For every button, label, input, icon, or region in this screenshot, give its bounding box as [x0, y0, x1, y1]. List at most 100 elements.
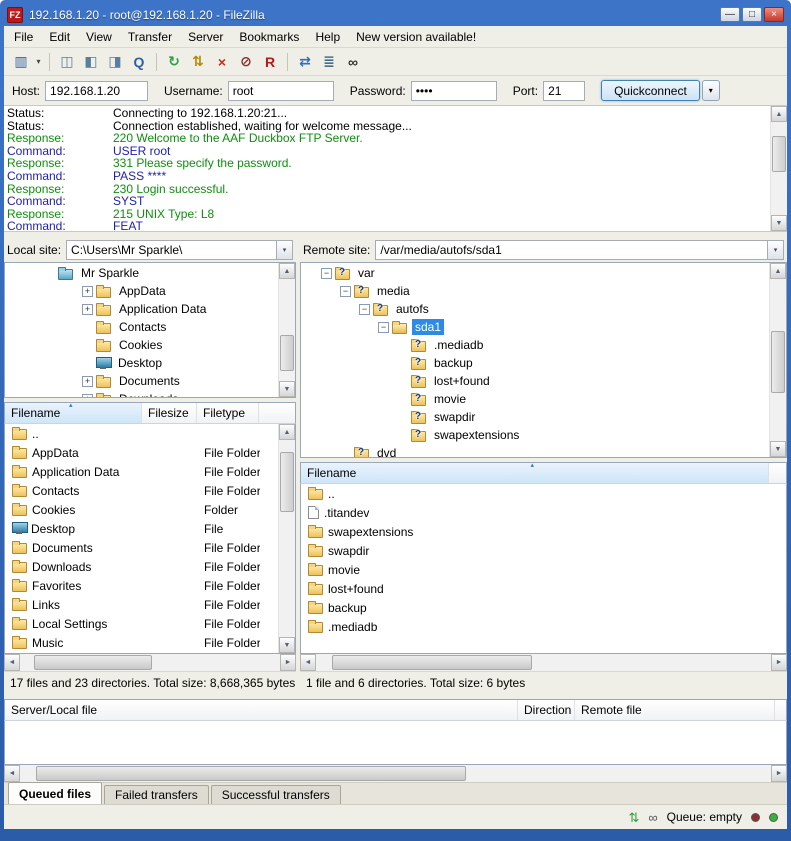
scroll-left-icon[interactable]: ◄: [4, 654, 20, 671]
file-name-cell[interactable]: AppData: [6, 446, 143, 460]
scroll-down-icon[interactable]: ▼: [279, 381, 295, 397]
tree-item[interactable]: +Downloads: [6, 390, 277, 397]
tree-item-label[interactable]: Documents: [116, 373, 183, 389]
file-name-cell[interactable]: Music: [6, 636, 143, 650]
quickconnect-dropdown-button[interactable]: ▾: [702, 80, 720, 101]
file-name-cell[interactable]: movie: [302, 563, 770, 577]
process-queue-icon[interactable]: ⇅: [186, 51, 210, 73]
scrollbar-thumb[interactable]: [36, 766, 466, 781]
menu-item-server[interactable]: Server: [180, 27, 231, 47]
expand-icon[interactable]: +: [82, 286, 93, 297]
file-name-cell[interactable]: Desktop: [6, 522, 143, 536]
scrollbar-thumb[interactable]: [34, 655, 152, 670]
reconnect-icon[interactable]: R: [258, 51, 282, 73]
expand-icon[interactable]: +: [82, 304, 93, 315]
username-input[interactable]: [228, 81, 334, 101]
file-row[interactable]: swapdir: [302, 541, 785, 560]
tree-item[interactable]: Desktop: [6, 354, 277, 372]
file-row[interactable]: ..: [6, 424, 277, 443]
scroll-right-icon[interactable]: ►: [771, 654, 787, 671]
menu-item-bookmarks[interactable]: Bookmarks: [231, 27, 307, 47]
tree-item[interactable]: .mediadb: [302, 336, 768, 354]
toggle-message-log-icon[interactable]: ◫: [55, 51, 79, 73]
local-list-scrollbar[interactable]: ▲▼: [278, 424, 295, 653]
file-name-cell[interactable]: Cookies: [6, 503, 143, 517]
refresh-icon[interactable]: ↻: [162, 51, 186, 73]
chevron-down-icon[interactable]: ▾: [276, 241, 292, 259]
file-name-cell[interactable]: backup: [302, 601, 770, 615]
file-row[interactable]: backup: [302, 598, 785, 617]
titlebar[interactable]: FZ 192.168.1.20 - root@192.168.1.20 - Fi…: [4, 3, 787, 26]
file-name-cell[interactable]: Favorites: [6, 579, 143, 593]
menu-item-edit[interactable]: Edit: [41, 27, 78, 47]
local-horizontal-scrollbar[interactable]: ◄►: [4, 654, 296, 671]
tree-item[interactable]: Mr Sparkle: [6, 264, 277, 282]
menu-item-help[interactable]: Help: [307, 27, 348, 47]
local-tree-scrollbar[interactable]: ▲▼: [278, 263, 295, 397]
file-name-cell[interactable]: swapextensions: [302, 525, 770, 539]
password-input[interactable]: [411, 81, 497, 101]
file-row[interactable]: DesktopFile: [6, 519, 277, 538]
file-name-cell[interactable]: ..: [6, 427, 143, 441]
file-row[interactable]: ContactsFile Folder: [6, 481, 277, 500]
tree-item[interactable]: −media: [302, 282, 768, 300]
toggle-queue-icon[interactable]: Q: [127, 51, 151, 73]
scrollbar-track[interactable]: [771, 122, 787, 215]
log-scrollbar[interactable]: ▲▼: [770, 106, 787, 231]
queue-horizontal-scrollbar[interactable]: ◄►: [4, 765, 787, 782]
file-row[interactable]: AppDataFile Folder: [6, 443, 277, 462]
synchronized-browsing-icon[interactable]: ⇄: [293, 51, 317, 73]
expand-icon[interactable]: +: [82, 376, 93, 387]
menu-item-file[interactable]: File: [6, 27, 41, 47]
scrollbar-thumb[interactable]: [332, 655, 532, 670]
scrollbar-track[interactable]: [279, 440, 295, 637]
tree-item[interactable]: movie: [302, 390, 768, 408]
scroll-right-icon[interactable]: ►: [280, 654, 296, 671]
find-files-icon[interactable]: ∞: [648, 811, 657, 824]
expand-icon[interactable]: +: [82, 394, 93, 398]
tree-item[interactable]: Contacts: [6, 318, 277, 336]
tree-item-label[interactable]: .mediadb: [431, 337, 486, 353]
file-row[interactable]: .mediadb: [302, 617, 785, 636]
file-row[interactable]: DocumentsFile Folder: [6, 538, 277, 557]
column-header-filesize[interactable]: Filesize: [142, 403, 197, 423]
remote-path-combo[interactable]: /var/media/autofs/sda1 ▾: [375, 240, 784, 260]
close-button[interactable]: ×: [764, 7, 784, 22]
tree-item[interactable]: −var: [302, 264, 768, 282]
cancel-icon[interactable]: ×: [210, 51, 234, 73]
scroll-down-icon[interactable]: ▼: [770, 441, 786, 457]
tree-item-label[interactable]: lost+found: [431, 373, 493, 389]
file-name-cell[interactable]: lost+found: [302, 582, 770, 596]
menu-item-new-version-available[interactable]: New version available!: [348, 27, 484, 47]
file-name-cell[interactable]: Links: [6, 598, 143, 612]
disconnect-icon[interactable]: ⊘: [234, 51, 258, 73]
tree-item-label[interactable]: sda1: [412, 319, 444, 335]
find-files-icon[interactable]: ∞: [341, 51, 365, 73]
collapse-icon[interactable]: −: [340, 286, 351, 297]
tree-item[interactable]: −autofs: [302, 300, 768, 318]
column-header-remote-file[interactable]: Remote file: [575, 700, 775, 720]
tree-item[interactable]: backup: [302, 354, 768, 372]
chevron-down-icon[interactable]: ▾: [767, 241, 783, 259]
scrollbar-thumb[interactable]: [280, 335, 294, 371]
tree-item[interactable]: + AppData: [6, 282, 277, 300]
tree-item-label[interactable]: Mr Sparkle: [78, 265, 142, 281]
scroll-left-icon[interactable]: ◄: [300, 654, 316, 671]
file-row[interactable]: Application DataFile Folder: [6, 462, 277, 481]
scrollbar-track[interactable]: [20, 765, 771, 782]
file-name-cell[interactable]: swapdir: [302, 544, 770, 558]
file-row[interactable]: LinksFile Folder: [6, 595, 277, 614]
menu-item-transfer[interactable]: Transfer: [120, 27, 180, 47]
scrollbar-track[interactable]: [316, 654, 771, 671]
tree-item[interactable]: swapextensions: [302, 426, 768, 444]
column-header-filename[interactable]: ▴Filename: [5, 403, 142, 423]
column-header-filetype[interactable]: Filetype: [197, 403, 259, 423]
toggle-local-tree-icon[interactable]: ◧: [79, 51, 103, 73]
tree-item-label[interactable]: Contacts: [116, 319, 169, 335]
scroll-up-icon[interactable]: ▲: [771, 106, 787, 122]
collapse-icon[interactable]: −: [321, 268, 332, 279]
file-row[interactable]: DownloadsFile Folder: [6, 557, 277, 576]
tree-item-label[interactable]: AppData: [116, 283, 169, 299]
minimize-button[interactable]: —: [720, 7, 740, 22]
tree-item[interactable]: dvd: [302, 444, 768, 457]
